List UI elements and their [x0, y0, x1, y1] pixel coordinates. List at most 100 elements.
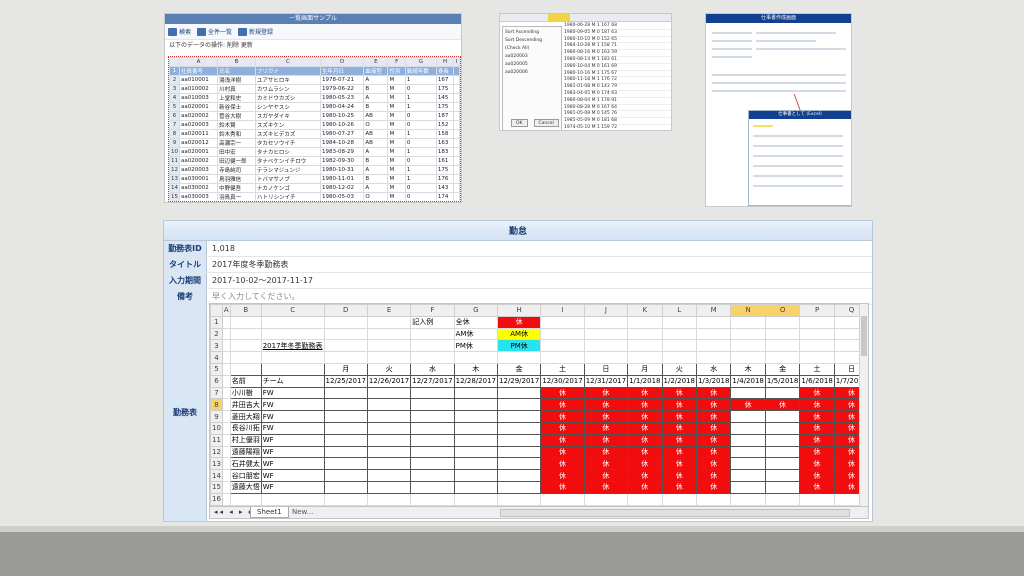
table-cell[interactable]: M [387, 110, 406, 121]
holiday-cell[interactable]: 休 [799, 386, 835, 400]
grid-cell[interactable] [799, 339, 835, 353]
table-cell[interactable]: 175 [435, 83, 455, 94]
table-cell[interactable]: 1 [404, 74, 437, 85]
holiday-cell[interactable]: 休 [496, 315, 542, 329]
holiday-cell[interactable]: 休 [540, 410, 585, 423]
table-cell[interactable]: カワムラシン [254, 83, 321, 94]
table-cell[interactable]: ハトリシンイチ [254, 191, 321, 201]
holiday-cell[interactable]: 休 [627, 469, 663, 482]
grid-cell[interactable]: 土 [540, 362, 585, 376]
column-letter[interactable]: J [583, 304, 629, 317]
row-number[interactable]: 8 [210, 398, 223, 412]
row-number[interactable]: 10 [210, 421, 223, 435]
grid-cell[interactable] [730, 480, 766, 494]
table-cell[interactable]: 187 [435, 110, 455, 121]
grid-cell[interactable]: FW [260, 398, 325, 412]
grid-cell[interactable] [764, 339, 801, 353]
table-cell[interactable]: 1980-05-23 [319, 92, 365, 103]
table-cell[interactable]: A [363, 146, 389, 157]
grid-cell[interactable]: 1/6/2018 [799, 374, 835, 388]
column-letter[interactable]: L [661, 304, 697, 317]
grid-cell[interactable] [323, 457, 368, 471]
holiday-cell[interactable]: 休 [540, 445, 585, 459]
table-cell[interactable]: 中野健吾 [217, 182, 256, 193]
grid-cell[interactable] [366, 339, 412, 353]
sort-ascending-item[interactable]: Sort Ascending [505, 29, 559, 37]
grid-cell[interactable] [366, 480, 412, 494]
grid-cell[interactable] [410, 480, 455, 494]
table-cell[interactable]: 167 [435, 74, 455, 85]
grid-cell[interactable] [260, 492, 325, 506]
column-letter[interactable]: B [229, 304, 262, 317]
table-cell[interactable]: 0 [404, 137, 437, 148]
grid-cell[interactable]: 木 [730, 362, 766, 376]
grid-cell[interactable] [323, 315, 368, 329]
grid-cell[interactable]: WF [260, 480, 325, 494]
table-cell[interactable]: 1 [404, 128, 437, 139]
grid-cell[interactable] [627, 351, 663, 364]
holiday-cell[interactable]: 休 [799, 469, 835, 482]
table-cell[interactable]: ユアサヒロキ [254, 74, 321, 85]
table-cell[interactable]: タナベケンイチロウ [254, 155, 321, 166]
holiday-cell[interactable]: 休 [799, 457, 835, 471]
column-header[interactable]: 氏名 [217, 65, 256, 76]
table-cell[interactable]: 158 [435, 128, 455, 139]
grid-cell[interactable] [323, 480, 368, 494]
holiday-cell[interactable]: 休 [540, 421, 585, 435]
table-cell[interactable]: 1 [404, 200, 437, 201]
table-cell[interactable]: 1980-10-31 [319, 164, 365, 175]
holiday-cell[interactable]: 休 [627, 410, 663, 423]
holiday-cell[interactable]: 休 [583, 433, 629, 447]
grid-cell[interactable] [453, 433, 498, 447]
table-cell[interactable]: 143 [435, 182, 455, 193]
holiday-cell[interactable]: 休 [540, 469, 585, 482]
filter-option[interactable]: aa020003 [505, 53, 559, 61]
grid-cell[interactable] [540, 351, 585, 364]
grid-cell[interactable] [730, 433, 766, 447]
table-cell[interactable]: A [363, 74, 389, 85]
table-cell[interactable]: 183 [435, 146, 455, 157]
row-number[interactable]: 16 [210, 492, 223, 506]
grid-cell[interactable]: 月 [323, 362, 368, 376]
grid-cell[interactable]: WF [260, 469, 325, 482]
holiday-cell[interactable]: 休 [661, 410, 697, 423]
holiday-cell[interactable]: 休 [540, 457, 585, 471]
grid-cell[interactable] [627, 339, 663, 353]
table-cell[interactable]: テラシマジュンジ [254, 164, 321, 175]
grid-cell[interactable] [661, 339, 697, 353]
table-cell[interactable]: 1 [404, 92, 437, 103]
table-cell[interactable]: 菅谷大樹 [217, 110, 256, 121]
table-cell[interactable]: 176 [435, 173, 455, 184]
holiday-cell[interactable]: 休 [799, 480, 835, 494]
row-number[interactable]: 6 [210, 374, 223, 388]
grid-cell[interactable] [496, 433, 542, 447]
grid-cell[interactable] [260, 327, 325, 341]
grid-cell[interactable] [799, 315, 835, 329]
column-letter[interactable]: C [260, 304, 325, 317]
column-letter[interactable]: H [496, 304, 542, 317]
grid-cell[interactable]: AM休 [496, 327, 542, 341]
holiday-cell[interactable]: 休 [540, 433, 585, 447]
grid-cell[interactable] [410, 398, 455, 412]
grid-cell[interactable] [366, 410, 412, 423]
grid-cell[interactable] [496, 492, 542, 506]
table-cell[interactable]: 0 [404, 191, 437, 201]
holiday-cell[interactable]: 休 [695, 421, 732, 435]
grid-cell[interactable] [730, 351, 766, 364]
table-cell[interactable]: 1980-07-27 [319, 128, 365, 139]
grid-cell[interactable] [695, 327, 732, 341]
grid-cell[interactable] [366, 421, 412, 435]
grid-cell[interactable] [221, 351, 231, 364]
table-cell[interactable]: M [387, 191, 406, 201]
row-number[interactable]: 2 [210, 327, 223, 341]
grid-cell[interactable]: 小川樹 [229, 386, 262, 400]
grid-cell[interactable]: 井田吉大 [229, 398, 262, 412]
grid-cell[interactable] [764, 469, 801, 482]
table-cell[interactable]: aa020001 [178, 101, 219, 112]
check-all-item[interactable]: (Check All) [505, 45, 559, 53]
column-header[interactable]: 社員番号 [178, 65, 219, 76]
table-cell[interactable]: 0 [404, 155, 437, 166]
grid-cell[interactable] [453, 386, 498, 400]
column-letter[interactable]: D [323, 304, 368, 317]
table-cell[interactable]: 0 [404, 83, 437, 94]
